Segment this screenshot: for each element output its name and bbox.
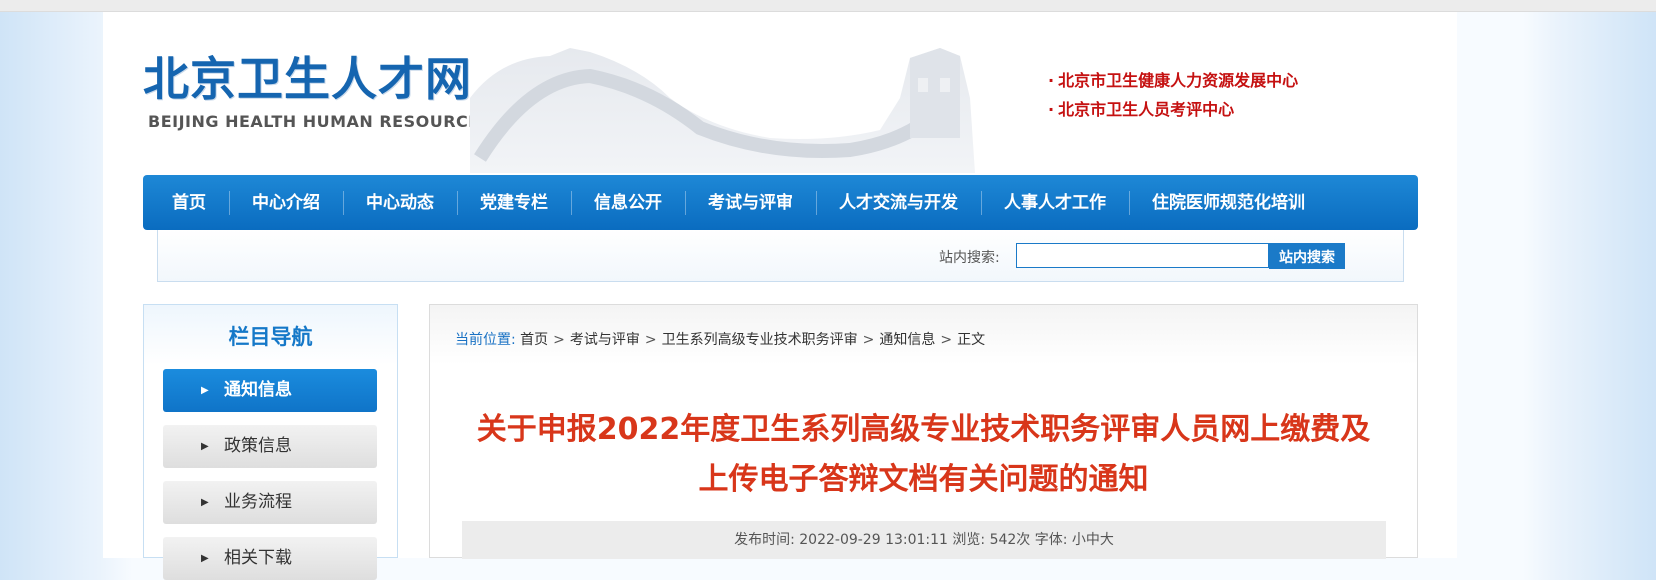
org-link-hr-center[interactable]: · 北京市卫生健康人力资源发展中心: [1048, 66, 1298, 95]
breadcrumb-prefix: 当前位置:: [455, 332, 516, 348]
chevron-right-icon: ▶: [201, 441, 209, 452]
breadcrumb: 当前位置: 首页 > 考试与评审 > 卫生系列高级专业技术职务评审 > 通知信息 > 正文: [455, 332, 986, 348]
nav-item-residency-training[interactable]: 住院医师规范化培训: [1129, 189, 1328, 217]
breadcrumb-link-home[interactable]: 首页: [520, 332, 548, 348]
nav-item-about[interactable]: 中心介绍: [229, 189, 343, 217]
chevron-right-icon: ▶: [201, 497, 209, 508]
browser-top-strip: [0, 0, 1656, 12]
nav-item-news[interactable]: 中心动态: [343, 189, 457, 217]
nav-item-talent-exchange[interactable]: 人才交流与开发: [816, 189, 981, 217]
sidebar-item-processes[interactable]: ▶ 业务流程: [163, 481, 377, 524]
article-title-line-2: 上传电子答辩文档有关问题的通知: [698, 462, 1149, 497]
nav-item-exams[interactable]: 考试与评审: [685, 189, 816, 217]
nav-item-disclosure[interactable]: 信息公开: [571, 189, 685, 217]
breadcrumb-current: 正文: [957, 332, 986, 348]
org-links: · 北京市卫生健康人力资源发展中心 · 北京市卫生人员考评中心: [1048, 66, 1298, 124]
sidebar-item-notices[interactable]: ▶ 通知信息: [163, 369, 377, 412]
nav-item-hr-work[interactable]: 人事人才工作: [981, 189, 1129, 217]
article-title-line-1: 关于申报2022年度卫生系列高级专业技术职务评审人员网上缴费及: [476, 412, 1371, 447]
nav-item-home[interactable]: 首页: [149, 189, 229, 217]
search-input[interactable]: [1016, 243, 1269, 268]
search-label: 站内搜索:: [939, 250, 1000, 266]
sidebar-item-downloads[interactable]: ▶ 相关下载: [163, 537, 377, 580]
main-nav: 首页 中心介绍 中心动态 党建专栏 信息公开 考试与评审 人才交流与开发 人事人…: [143, 175, 1418, 230]
article-title: 关于申报2022年度卫生系列高级专业技术职务评审人员网上缴费及 上传电子答辩文档…: [430, 405, 1417, 505]
sidebar-item-label: 相关下载: [224, 548, 292, 568]
great-wall-banner-image: [470, 48, 975, 173]
sidebar-title: 栏目导航: [228, 325, 313, 349]
sidebar-item-policies[interactable]: ▶ 政策信息: [163, 425, 377, 468]
sidebar-item-label: 通知信息: [224, 380, 292, 400]
article-meta: 发布时间: 2022-09-29 13:01:11 浏览: 542次 字体: 小…: [462, 521, 1386, 559]
breadcrumb-link-senior-review[interactable]: 卫生系列高级专业技术职务评审: [662, 332, 858, 348]
site-logo-cn[interactable]: 北京卫生人才网: [143, 52, 472, 106]
sidebar-item-label: 政策信息: [224, 436, 292, 456]
search-button[interactable]: 站内搜索: [1269, 243, 1345, 269]
search-bar: 站内搜索: 站内搜索: [157, 230, 1404, 282]
breadcrumb-link-notices[interactable]: 通知信息: [879, 332, 935, 348]
main-content: 当前位置: 首页 > 考试与评审 > 卫生系列高级专业技术职务评审 > 通知信息 > 正文 关于…: [429, 304, 1418, 559]
nav-item-party[interactable]: 党建专栏: [457, 189, 571, 217]
chevron-right-icon: ▶: [201, 553, 209, 564]
sidebar-item-label: 业务流程: [224, 492, 292, 512]
site-logo-en: BEIJING HEALTH HUMAN RESOURCE: [148, 112, 480, 131]
chevron-right-icon: ▶: [201, 385, 209, 396]
breadcrumb-link-exams[interactable]: 考试与评审: [570, 332, 640, 348]
sidebar: 栏目导航 ▶ 通知信息 ▶ 政策信息 ▶ 业务流程 ▶ 相关下载: [143, 304, 398, 580]
org-link-eval-center[interactable]: · 北京市卫生人员考评中心: [1048, 95, 1298, 124]
